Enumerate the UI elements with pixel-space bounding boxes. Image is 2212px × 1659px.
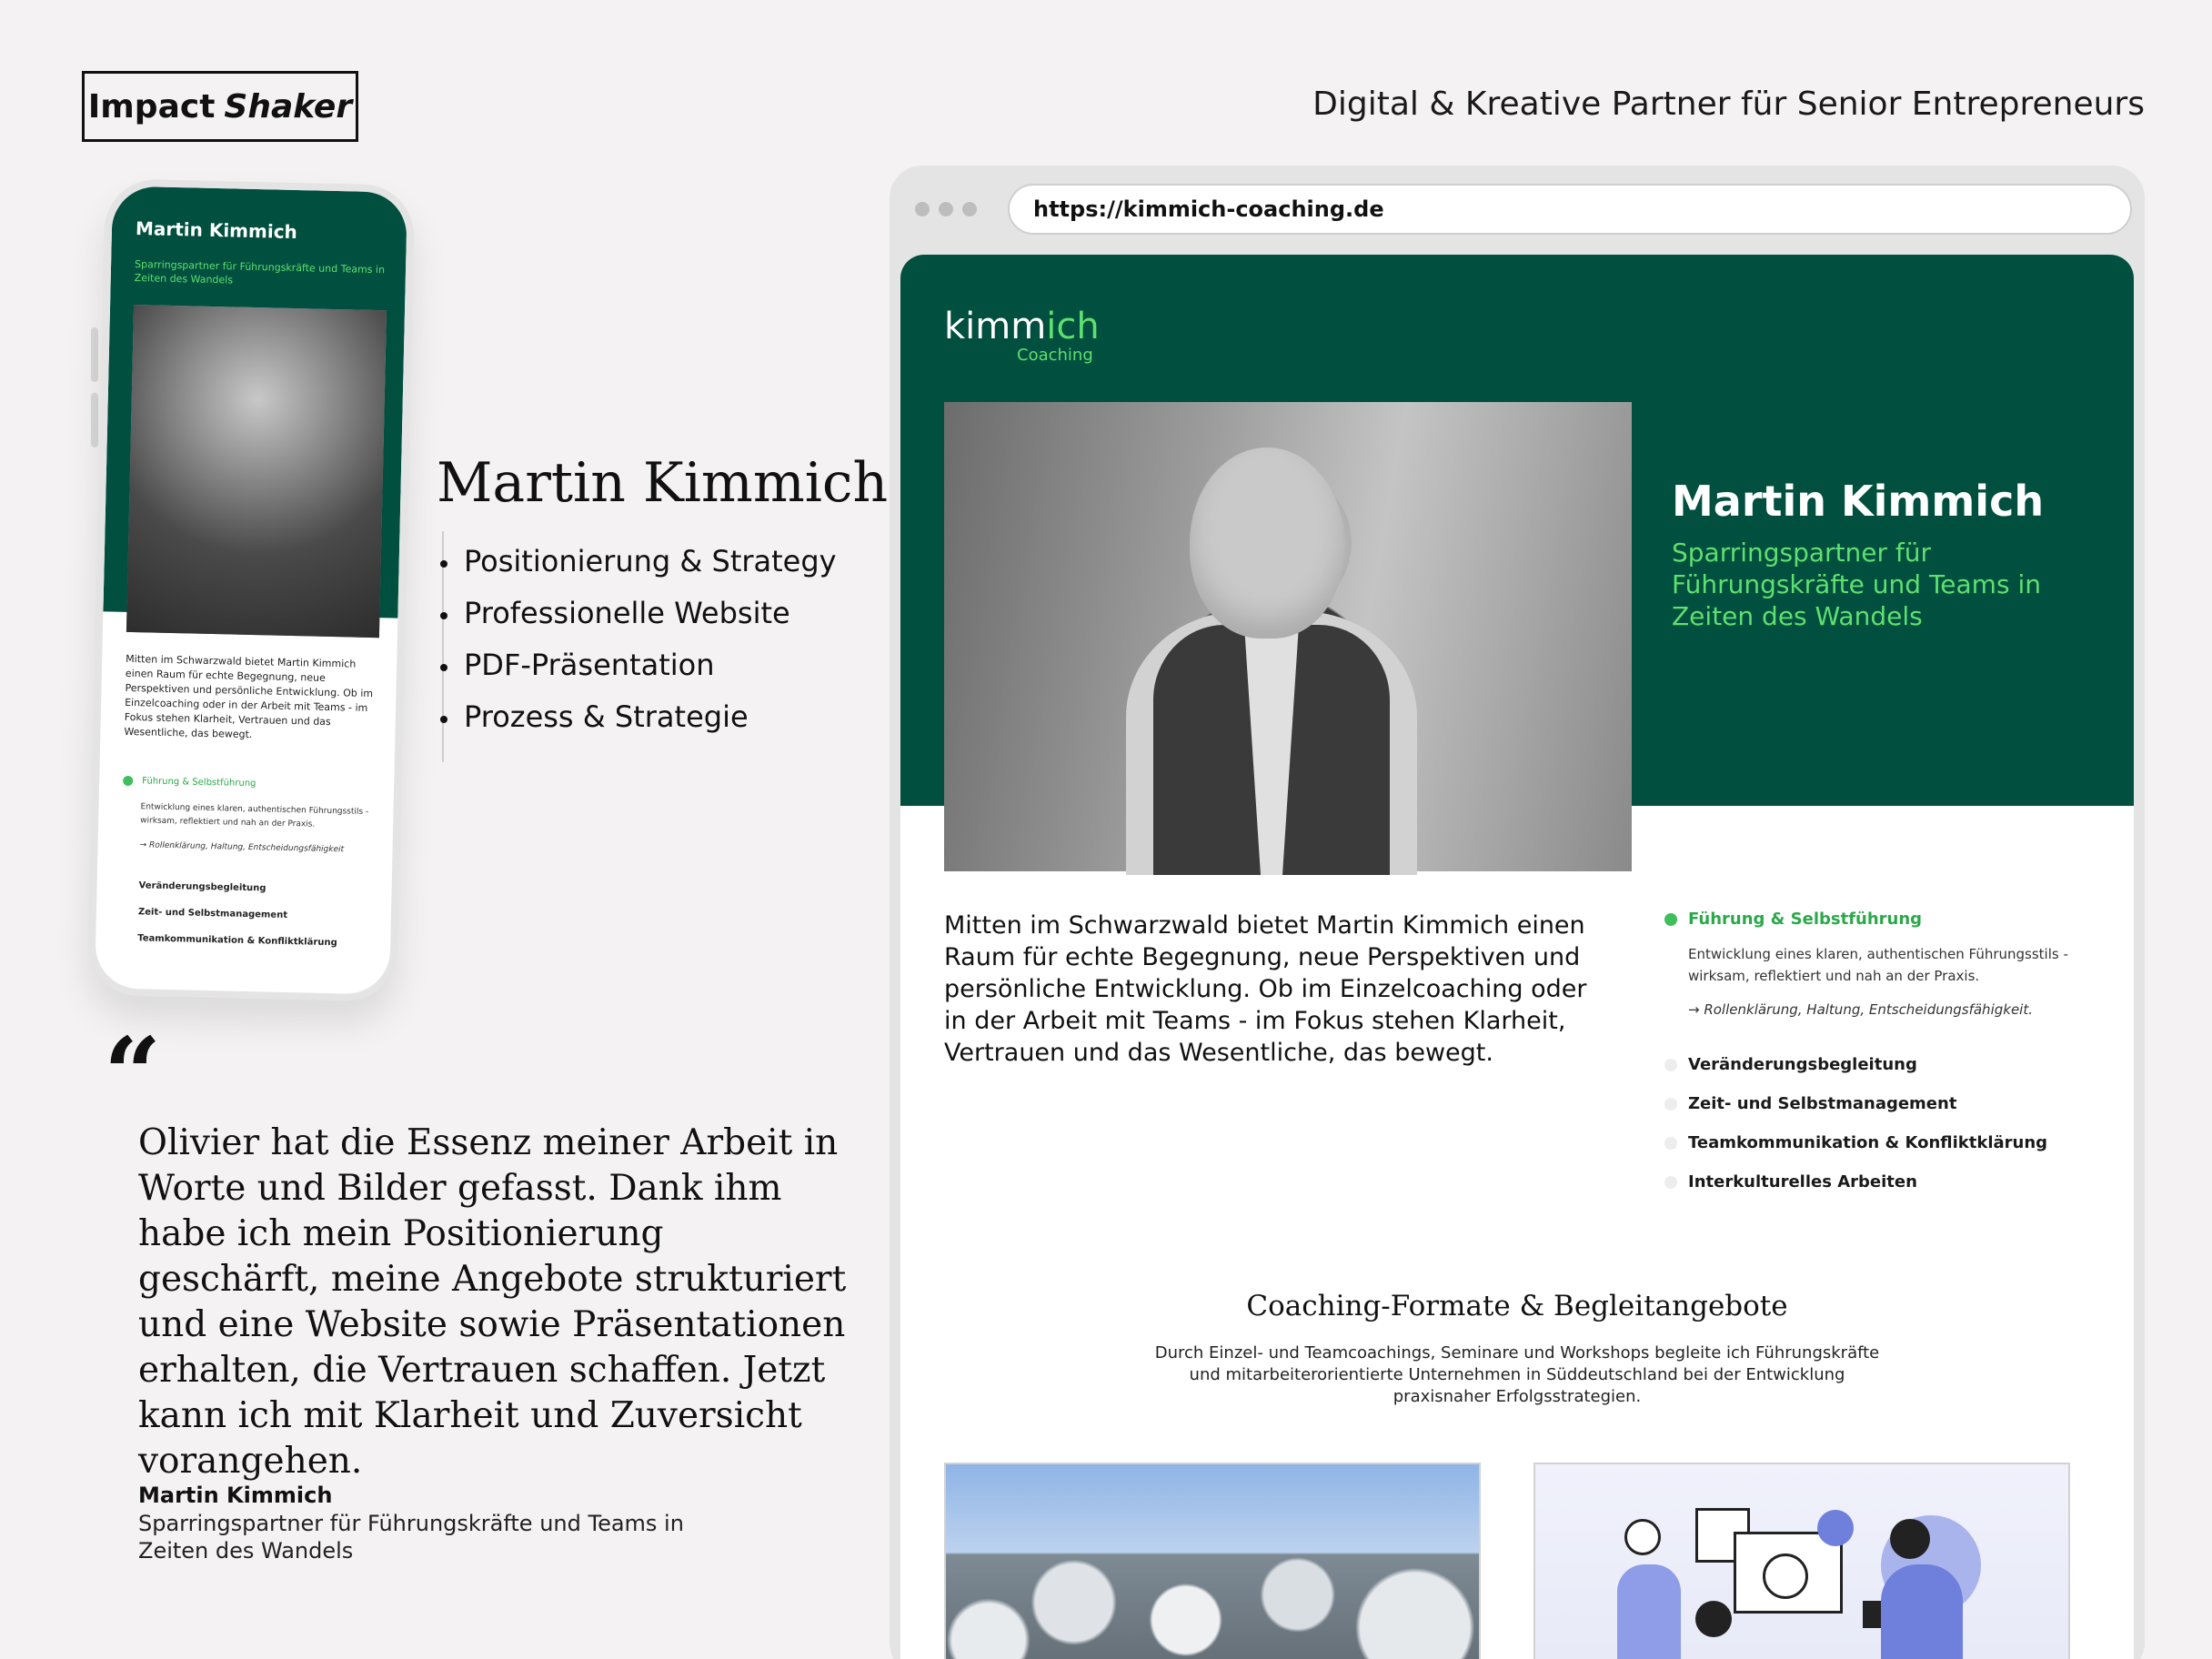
testimonial-author: Martin Kimmich bbox=[138, 1483, 333, 1508]
testimonial-quote: Olivier hat die Essenz meiner Arbeit in … bbox=[138, 1122, 847, 1482]
team-illustration bbox=[1533, 1463, 2070, 1659]
phone-mockup: Martin Kimmich Sparringspartner für Führ… bbox=[86, 178, 416, 1002]
tagline: Digital & Kreative Partner für Senior En… bbox=[1312, 85, 2145, 123]
site-logo-accent: ich bbox=[1046, 306, 1100, 347]
illustration-shape bbox=[1617, 1564, 1681, 1659]
deliverables-list: Positionierung & Strategy Professionelle… bbox=[440, 544, 837, 751]
window-dot-icon[interactable] bbox=[939, 202, 953, 216]
service-item-label: Interkulturelles Arbeiten bbox=[1688, 1172, 1917, 1191]
intro-text: Mitten im Schwarzwald bietet Martin Kimm… bbox=[944, 911, 1587, 1067]
section-title: Coaching-Formate & Begleitangebote bbox=[1246, 1290, 1788, 1322]
service-item[interactable]: Veränderungsbegleitung bbox=[1664, 1045, 2092, 1084]
active-dot-icon bbox=[1664, 912, 1677, 926]
person-icon bbox=[1624, 1519, 1661, 1555]
phone-intro-text: Mitten im Schwarzwald bietet Martin Kimm… bbox=[124, 652, 374, 741]
hero-title: Martin Kimmich bbox=[1672, 477, 2045, 526]
gear-icon bbox=[1817, 1510, 1854, 1546]
services-list: Führung & Selbstführung Entwicklung eine… bbox=[1664, 910, 2092, 1202]
service-desc: Entwicklung eines klaren, authentischen … bbox=[1688, 946, 2068, 984]
person-icon bbox=[1695, 1601, 1732, 1637]
hero-portrait-photo bbox=[944, 402, 1632, 875]
phone-service-item[interactable]: Veränderungsbegleitung bbox=[96, 880, 391, 896]
phone-hero: Martin Kimmich Sparringspartner für Führ… bbox=[103, 186, 407, 638]
active-dot-icon bbox=[123, 775, 134, 787]
phone-service-desc: Entwicklung eines klaren, authentischen … bbox=[140, 802, 369, 830]
dot-icon bbox=[1664, 1136, 1677, 1150]
illustration-shape bbox=[1881, 1564, 1963, 1659]
website-page: kimmich Coaching Martin Kimmich Sparring… bbox=[900, 255, 2134, 1659]
browser-mockup: https://kimmich-coaching.de kimmich Coac… bbox=[890, 166, 2145, 1659]
address-bar[interactable]: https://kimmich-coaching.de bbox=[1008, 184, 2132, 235]
window-dot-icon[interactable] bbox=[962, 202, 977, 216]
dot-icon bbox=[1664, 1175, 1677, 1189]
deliverable-item: Prozess & Strategie bbox=[440, 699, 837, 751]
brand-name-part1: Impact bbox=[87, 87, 216, 126]
service-item[interactable]: Teamkommunikation & Konfliktklärung bbox=[1664, 1123, 2092, 1162]
phone-service-item[interactable]: Teamkommunikation & Konfliktklärung bbox=[96, 932, 390, 949]
pie-icon bbox=[1763, 1553, 1808, 1599]
section-text: Durch Einzel- und Teamcoachings, Seminar… bbox=[1154, 1343, 1880, 1406]
forest-image bbox=[944, 1463, 1481, 1659]
phone-side-button bbox=[91, 393, 98, 447]
phone-service-active[interactable]: Führung & Selbstführung bbox=[99, 739, 395, 791]
service-item-label: Zeit- und Selbstmanagement bbox=[1688, 1094, 1957, 1113]
service-item[interactable]: Interkulturelles Arbeiten bbox=[1664, 1162, 2092, 1202]
service-arrow-text: → Rollenklärung, Haltung, Entscheidungsf… bbox=[1688, 1001, 2033, 1018]
phone-hero-name: Martin Kimmich bbox=[135, 217, 298, 244]
deliverable-item: PDF-Präsentation bbox=[440, 648, 837, 699]
service-item-active[interactable]: Führung & Selbstführung bbox=[1664, 910, 2092, 929]
hero-subtitle: Sparringspartner für Führungskräfte und … bbox=[1672, 538, 2041, 631]
quote-icon: “ bbox=[104, 1015, 162, 1132]
site-logo[interactable]: kimmich bbox=[944, 306, 1100, 347]
window-dot-icon[interactable] bbox=[915, 202, 930, 216]
phone-portrait-photo bbox=[126, 304, 387, 638]
dot-icon bbox=[1664, 1058, 1677, 1071]
service-item[interactable]: Zeit- und Selbstmanagement bbox=[1664, 1084, 2092, 1123]
deliverable-item: Professionelle Website bbox=[440, 596, 837, 648]
service-active-label: Führung & Selbstführung bbox=[1688, 910, 1923, 929]
service-item-label: Veränderungsbegleitung bbox=[1688, 1055, 1917, 1074]
phone-hero-subtitle: Sparringspartner für Führungskräfte und … bbox=[134, 258, 386, 287]
brand-logo: Impact Shaker bbox=[82, 71, 358, 142]
address-bar-url: https://kimmich-coaching.de bbox=[1033, 196, 1384, 222]
testimonial-author-role: Sparringspartner für Führungskräfte und … bbox=[138, 1511, 684, 1563]
person-icon bbox=[1890, 1519, 1930, 1559]
service-item-label: Teamkommunikation & Konfliktklärung bbox=[1688, 1133, 2048, 1152]
window-controls bbox=[915, 202, 977, 216]
phone-service-item[interactable]: Zeit- und Selbstmanagement bbox=[96, 906, 391, 922]
project-name: Martin Kimmich bbox=[437, 451, 889, 515]
photo-shape bbox=[1190, 447, 1344, 638]
phone-side-button bbox=[91, 327, 98, 382]
brand-name-part2: Shaker bbox=[224, 87, 353, 126]
site-logo-sub: Coaching bbox=[1017, 346, 1093, 365]
dot-icon bbox=[1664, 1097, 1677, 1111]
deliverable-item: Positionierung & Strategy bbox=[440, 544, 837, 596]
site-logo-main: kimm bbox=[944, 306, 1047, 347]
